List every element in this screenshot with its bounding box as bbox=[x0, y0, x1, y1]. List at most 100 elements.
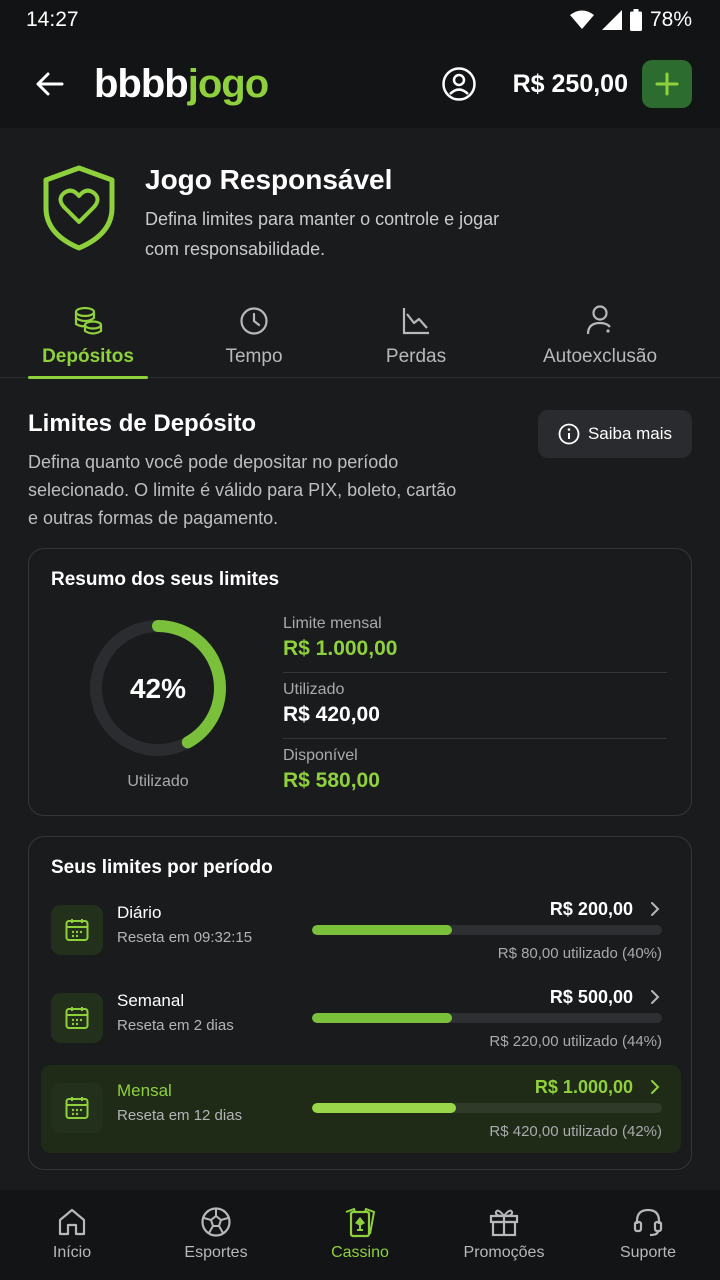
calendar-icon bbox=[65, 1007, 89, 1029]
calendar-icon bbox=[65, 919, 89, 941]
calendar-icon-box bbox=[51, 993, 103, 1043]
coins-icon bbox=[74, 306, 103, 335]
period-amount: R$ 1.000,00 bbox=[534, 1077, 633, 1097]
back-button[interactable] bbox=[30, 64, 70, 104]
signal-icon bbox=[601, 10, 622, 30]
hero-section: Jogo Responsável Defina limites para man… bbox=[42, 164, 682, 284]
periods-title: Seus limites por período bbox=[51, 857, 273, 878]
period-row-diario[interactable]: Diário Reseta em 09:32:15 R$ 200,00 R$ 8… bbox=[41, 887, 681, 975]
casino-card-icon bbox=[345, 1207, 376, 1238]
balance-amount[interactable]: R$ 250,00 bbox=[513, 70, 628, 99]
period-progress-bar bbox=[312, 1103, 662, 1113]
headset-icon bbox=[633, 1208, 663, 1237]
stat-label: Limite mensal bbox=[283, 615, 382, 632]
arrow-left-icon bbox=[36, 72, 64, 96]
summary-title: Resumo dos seus limites bbox=[51, 569, 280, 590]
nav-label: Cassino bbox=[331, 1244, 389, 1261]
status-icons: 78% bbox=[569, 8, 692, 32]
limits-summary-card: Resumo dos seus limites 42% Utilizado Li… bbox=[28, 548, 692, 816]
main-content: Jogo Responsável Defina limites para man… bbox=[0, 128, 720, 1190]
stat-monthly-limit: Limite mensal R$ 1.000,00 bbox=[283, 615, 667, 673]
calendar-icon bbox=[65, 1097, 89, 1119]
tab-tempo[interactable]: Tempo bbox=[194, 292, 314, 378]
profile-button[interactable] bbox=[439, 64, 479, 104]
logo-text-white: bbbb bbox=[94, 61, 189, 106]
brand-logo[interactable]: bbbbjogo bbox=[94, 61, 269, 107]
tab-depositos[interactable]: Depósitos bbox=[28, 292, 148, 379]
period-used: R$ 420,00 utilizado (42%) bbox=[489, 1123, 662, 1140]
stat-used: Utilizado R$ 420,00 bbox=[283, 681, 667, 739]
user-block-icon bbox=[586, 305, 611, 335]
period-reset: Reseta em 12 dias bbox=[117, 1107, 243, 1124]
period-reset: Reseta em 09:32:15 bbox=[117, 929, 253, 946]
nav-esportes[interactable]: Esportes bbox=[144, 1190, 288, 1280]
period-progress-fill bbox=[312, 925, 452, 935]
period-name: Semanal bbox=[117, 991, 185, 1010]
period-used: R$ 80,00 utilizado (40%) bbox=[497, 945, 662, 962]
usage-ring-label: Utilizado bbox=[127, 773, 189, 790]
limits-by-period-card: Seus limites por período Diário Reseta e… bbox=[28, 836, 692, 1170]
tab-autoexclusao[interactable]: Autoexclusão bbox=[530, 292, 670, 378]
nav-label: Esportes bbox=[184, 1244, 248, 1261]
calendar-icon-box bbox=[51, 905, 103, 955]
period-row-mensal[interactable]: Mensal Reseta em 12 dias R$ 1.000,00 R$ … bbox=[41, 1065, 681, 1153]
learn-more-button[interactable]: Saiba mais bbox=[538, 410, 692, 458]
tab-label: Perdas bbox=[385, 346, 447, 367]
battery-level: 78% bbox=[649, 8, 692, 31]
chevron-right-icon bbox=[647, 899, 663, 919]
stat-value: R$ 420,00 bbox=[283, 703, 380, 726]
tab-label: Tempo bbox=[225, 346, 283, 367]
status-time: 14:27 bbox=[26, 8, 79, 31]
period-row-semanal[interactable]: Semanal Reseta em 2 dias R$ 500,00 R$ 22… bbox=[41, 975, 681, 1063]
status-bar: 14:27 78% bbox=[0, 0, 720, 40]
user-circle-icon bbox=[441, 67, 476, 101]
deposit-add-button[interactable] bbox=[642, 60, 692, 108]
usage-percent: 42% bbox=[129, 673, 187, 704]
period-progress-bar bbox=[312, 1013, 662, 1023]
limits-tabs: Depósitos Tempo Perdas Autoexclusão bbox=[0, 292, 720, 379]
nav-promocoes[interactable]: Promoções bbox=[432, 1190, 576, 1280]
stat-label: Utilizado bbox=[283, 681, 345, 698]
chevron-right-icon bbox=[647, 987, 663, 1007]
stat-value: R$ 1.000,00 bbox=[283, 637, 398, 660]
gift-icon bbox=[489, 1209, 519, 1237]
nav-label: Suporte bbox=[619, 1244, 677, 1261]
nav-suporte[interactable]: Suporte bbox=[576, 1190, 720, 1280]
section-description: Defina quanto você pode depositar no per… bbox=[28, 452, 457, 528]
bottom-navigation: Início Esportes Cassino Promoções Suport… bbox=[0, 1190, 720, 1280]
nav-label: Início bbox=[52, 1244, 92, 1261]
battery-icon bbox=[629, 9, 642, 31]
period-progress-bar bbox=[312, 925, 662, 935]
wifi-icon bbox=[569, 10, 594, 29]
shield-heart-icon bbox=[43, 165, 115, 251]
tab-perdas[interactable]: Perdas bbox=[356, 292, 476, 378]
soccer-ball-icon bbox=[201, 1207, 231, 1237]
stat-label: Disponível bbox=[283, 747, 358, 764]
tab-label: Autoexclusão bbox=[542, 346, 658, 367]
clock-icon bbox=[240, 307, 268, 335]
info-icon bbox=[558, 423, 580, 445]
period-name: Mensal bbox=[117, 1081, 172, 1100]
logo-text-green: jogo bbox=[187, 61, 269, 106]
period-reset: Reseta em 2 dias bbox=[117, 1017, 234, 1034]
nav-inicio[interactable]: Início bbox=[0, 1190, 144, 1280]
period-name: Diário bbox=[117, 903, 162, 922]
section-title: Limites de Depósito bbox=[28, 410, 257, 437]
learn-more-label: Saiba mais bbox=[587, 424, 673, 443]
page-subtitle: Defina limites para manter o controle e … bbox=[145, 209, 500, 259]
calendar-icon-box bbox=[51, 1083, 103, 1133]
stat-available: Disponível R$ 580,00 bbox=[283, 747, 667, 805]
tab-label: Depósitos bbox=[42, 346, 134, 367]
home-icon bbox=[58, 1208, 86, 1236]
top-bar: bbbbjogo R$ 250,00 bbox=[0, 40, 720, 128]
nav-cassino[interactable]: Cassino bbox=[288, 1190, 432, 1280]
nav-label: Promoções bbox=[463, 1244, 545, 1261]
period-amount: R$ 200,00 bbox=[549, 899, 633, 919]
stat-value: R$ 580,00 bbox=[283, 769, 380, 792]
chart-down-icon bbox=[402, 308, 429, 335]
period-used: R$ 220,00 utilizado (44%) bbox=[489, 1033, 662, 1050]
chevron-right-icon bbox=[647, 1077, 663, 1097]
period-progress-fill bbox=[312, 1013, 452, 1023]
period-amount: R$ 500,00 bbox=[549, 987, 633, 1007]
period-progress-fill bbox=[312, 1103, 456, 1113]
